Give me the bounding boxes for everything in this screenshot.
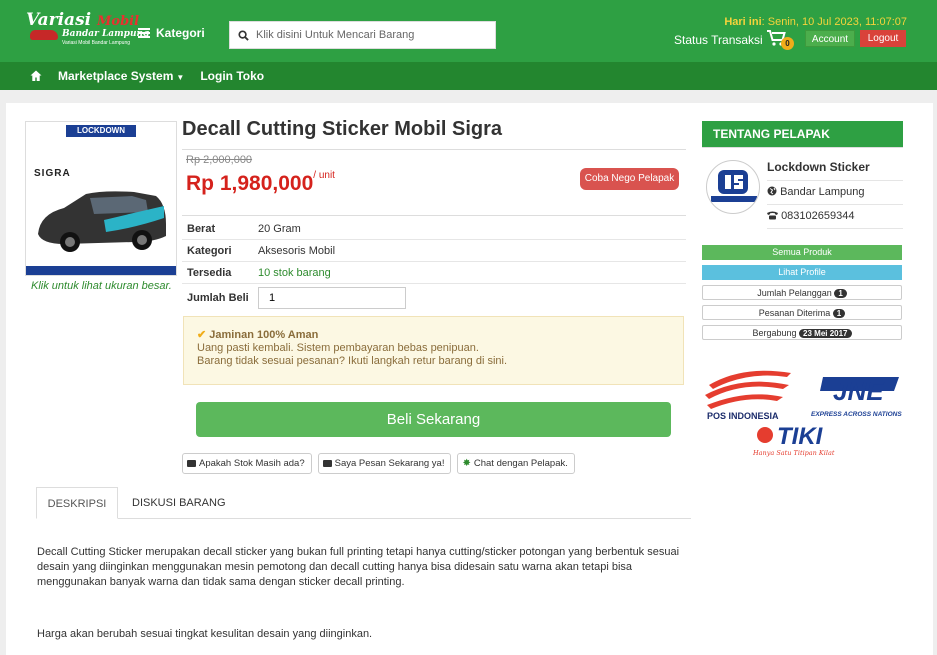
- image-model: SIGRA: [34, 168, 71, 179]
- logo-tagline: Variasi Mobil Bandar Lampung: [62, 40, 131, 46]
- home-icon[interactable]: [30, 70, 42, 82]
- spec-label: Berat: [187, 222, 216, 235]
- spec-row: Tersedia 10 stok barang: [182, 262, 686, 284]
- spec-label: Tersedia: [187, 266, 232, 279]
- cart-button[interactable]: 0: [767, 30, 794, 50]
- globe-icon: [767, 186, 777, 196]
- tab-diskusi-barang[interactable]: DISKUSI BARANG: [132, 487, 226, 519]
- date-display: Hari ini: Senin, 10 Jul 2023, 11:07:07: [724, 16, 907, 28]
- site-logo[interactable]: Variasi Mobil Bandar Lampung Variasi Mob…: [26, 10, 149, 48]
- customers-count: Jumlah Pelanggan 1: [702, 285, 902, 300]
- courier-logos-image: POS INDONESIA JNE EXPRESS ACROSS NATIONS…: [705, 370, 902, 457]
- product-title: Decall Cutting Sticker Mobil Sigra: [182, 118, 503, 140]
- search-icon: [238, 29, 249, 41]
- ask-stock-button[interactable]: Apakah Stok Masih ada?: [182, 453, 312, 474]
- image-brand: LOCKDOWN: [66, 125, 136, 137]
- old-price: Rp 2,000,000: [186, 154, 253, 166]
- spec-label: Kategori: [187, 244, 232, 257]
- guarantee-title: ✔ Jaminan 100% Aman: [197, 329, 319, 341]
- chat-icon: ✸: [462, 458, 471, 469]
- seller-section-title: TENTANG PELAPAK: [702, 121, 903, 148]
- image-footer-strip: [26, 266, 176, 275]
- nego-button[interactable]: Coba Nego Pelapak: [580, 168, 679, 190]
- qty-label: Jumlah Beli: [187, 292, 249, 304]
- account-button[interactable]: Account: [805, 30, 855, 47]
- spec-table: Berat 20 Gram Kategori Aksesoris Mobil T…: [182, 218, 686, 312]
- cart-count-badge: 0: [781, 37, 794, 50]
- divider: [767, 180, 903, 181]
- customers-badge: 1: [834, 289, 847, 298]
- guarantee-line[interactable]: Barang tidak sesuai pesanan? Ikuti langk…: [197, 355, 683, 368]
- svg-text:Hanya Satu Titipan Kilat: Hanya Satu Titipan Kilat: [752, 449, 835, 457]
- courier-logos: POS INDONESIA JNE EXPRESS ACROSS NATIONS…: [703, 355, 903, 459]
- kategori-button[interactable]: Kategori: [138, 26, 205, 40]
- spec-value: 20 Gram: [258, 222, 301, 235]
- chevron-down-icon: ▼: [176, 73, 185, 82]
- divider: [182, 215, 686, 216]
- chat-seller-button[interactable]: ✸ Chat dengan Pelapak.: [457, 453, 575, 474]
- spec-row: Kategori Aksesoris Mobil: [182, 240, 686, 262]
- logout-button[interactable]: Logout: [860, 30, 906, 47]
- product-tabs: DESKRIPSI DISKUSI BARANG: [36, 487, 691, 519]
- seller-name[interactable]: Lockdown Sticker: [767, 160, 870, 174]
- product-price: Rp 1,980,000/ unit: [186, 170, 335, 195]
- main-nav: Marketplace System ▼ Login Toko: [30, 62, 264, 90]
- all-products-button[interactable]: Semua Produk: [702, 245, 902, 260]
- divider: [182, 149, 686, 150]
- buy-now-button[interactable]: Beli Sekarang: [196, 402, 671, 437]
- kategori-label: Kategori: [156, 26, 205, 40]
- car-icon: [30, 30, 58, 40]
- image-caption[interactable]: Klik untuk lihat ukuran besar.: [31, 280, 172, 292]
- seller-phone: 083102659344: [767, 210, 854, 222]
- svg-text:POS INDONESIA: POS INDONESIA: [707, 411, 779, 421]
- search-input[interactable]: [256, 29, 486, 41]
- divider: [767, 228, 903, 229]
- spec-value[interactable]: Aksesoris Mobil: [258, 245, 335, 257]
- nav-login-toko[interactable]: Login Toko: [200, 69, 264, 83]
- guarantee-box: ✔ Jaminan 100% Aman Uang pasti kembali. …: [183, 316, 684, 385]
- seller-logo-icon: [711, 170, 757, 202]
- svg-text:EXPRESS ACROSS NATIONS: EXPRESS ACROSS NATIONS: [811, 411, 902, 418]
- order-now-message-button[interactable]: Saya Pesan Sekarang ya!: [317, 453, 452, 474]
- view-profile-button[interactable]: Lihat Profile: [702, 265, 902, 280]
- phone-icon: [767, 211, 778, 220]
- product-image[interactable]: LOCKDOWN SIGRA: [25, 121, 177, 276]
- joined-badge: 23 Mei 2017: [799, 329, 852, 338]
- joined-date: Bergabung 23 Mei 2017: [702, 325, 902, 340]
- spec-row: Berat 20 Gram: [182, 218, 686, 240]
- quantity-input[interactable]: [258, 287, 406, 309]
- logo-subtitle: Bandar Lampung: [62, 29, 150, 39]
- orders-count: Pesanan Diterima 1: [702, 305, 902, 320]
- check-icon: ✔: [197, 329, 207, 341]
- quick-message-buttons: Apakah Stok Masih ada? Saya Pesan Sekara…: [182, 453, 575, 474]
- nav-marketplace[interactable]: Marketplace System ▼: [58, 69, 184, 83]
- divider: [767, 204, 903, 205]
- seller-location: Bandar Lampung: [767, 186, 864, 198]
- message-icon: [322, 460, 332, 467]
- product-description-note: Harga akan berubah sesuai tingkat kesuli…: [37, 628, 373, 640]
- car-image: [38, 191, 166, 252]
- tab-deskripsi[interactable]: DESKRIPSI: [36, 487, 118, 519]
- guarantee-line: Uang pasti kembali. Sistem pembayaran be…: [197, 342, 479, 354]
- seller-avatar[interactable]: [706, 160, 760, 214]
- product-description: Decall Cutting Sticker merupakan decall …: [37, 546, 680, 588]
- svg-text:TIKI: TIKI: [777, 423, 824, 450]
- qty-row: Jumlah Beli: [182, 284, 686, 312]
- message-icon: [187, 460, 196, 467]
- svg-text:JNE: JNE: [833, 376, 884, 406]
- menu-icon: [138, 28, 150, 38]
- price-unit: / unit: [313, 170, 335, 181]
- status-transaksi-link[interactable]: Status Transaksi: [674, 33, 763, 47]
- spec-value: 10 stok barang: [258, 266, 331, 279]
- search-box[interactable]: [229, 21, 496, 49]
- orders-badge: 1: [832, 309, 846, 318]
- logo-title: Variasi Mobil: [26, 10, 140, 30]
